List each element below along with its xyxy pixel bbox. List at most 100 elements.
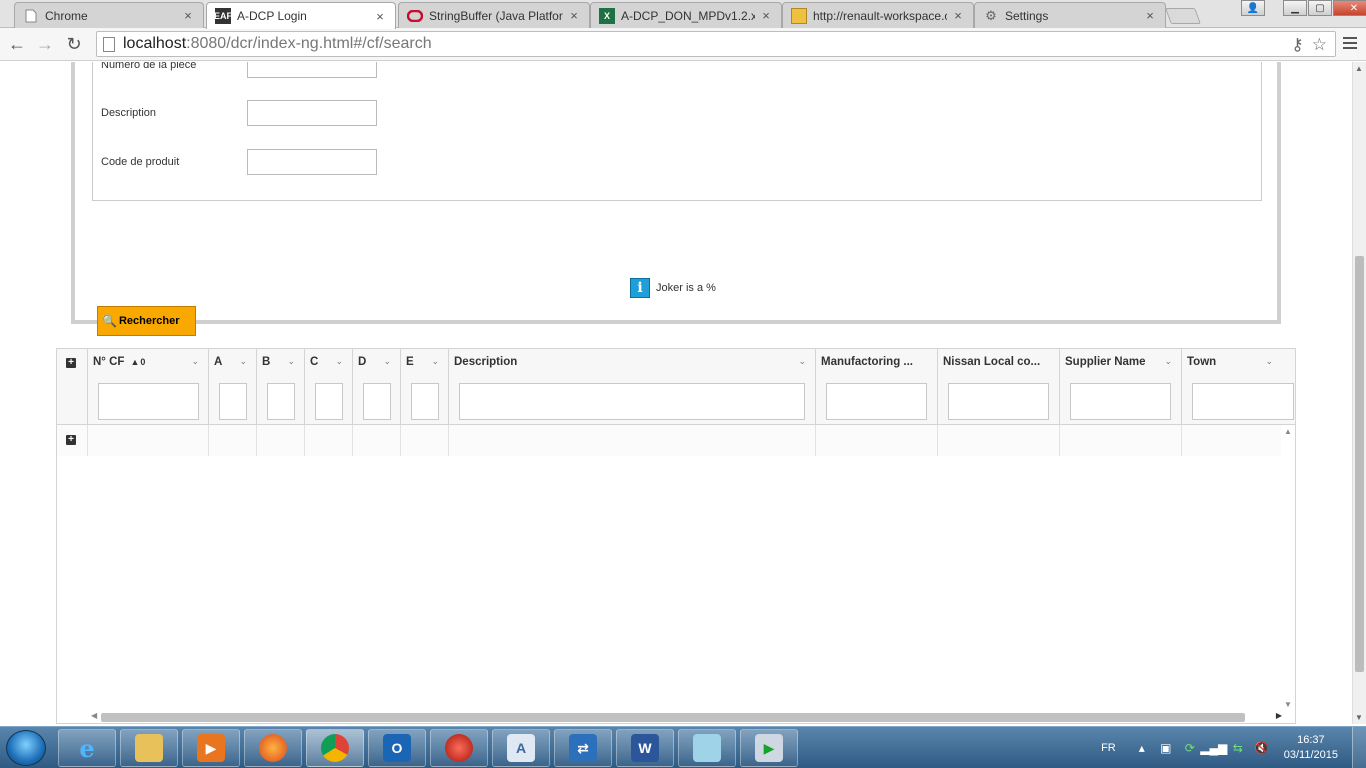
filter-supplier-name-input[interactable]: [1070, 383, 1171, 420]
scroll-down-arrow-icon[interactable]: ▼: [1284, 700, 1292, 709]
filter-b-input[interactable]: [267, 383, 295, 420]
close-icon[interactable]: ×: [567, 8, 581, 23]
chevron-up-icon[interactable]: ▴: [1134, 740, 1150, 756]
close-icon[interactable]: ×: [373, 9, 387, 24]
column-header-b[interactable]: B ⌄: [257, 349, 305, 425]
chevron-down-icon[interactable]: ⌄: [431, 356, 439, 367]
scroll-right-arrow-icon[interactable]: ▶: [1276, 711, 1282, 720]
filter-d-input[interactable]: [363, 383, 391, 420]
extension-icon[interactable]: ⚷: [1291, 35, 1303, 55]
filter-c-input[interactable]: [315, 383, 343, 420]
filter-e-input[interactable]: [411, 383, 439, 420]
chevron-down-icon[interactable]: ⌄: [335, 356, 343, 367]
column-header-e[interactable]: E ⌄: [401, 349, 449, 425]
column-header-a[interactable]: A ⌄: [209, 349, 257, 425]
window-close-button[interactable]: ✕: [1333, 0, 1366, 16]
refresh-icon[interactable]: ⟳: [1182, 740, 1198, 756]
tab-stringbuffer[interactable]: StringBuffer (Java Platform ×: [398, 2, 590, 28]
column-header-d[interactable]: D ⌄: [353, 349, 401, 425]
taskbar-notes[interactable]: [678, 729, 736, 767]
taskbar-app[interactable]: [430, 729, 488, 767]
close-icon[interactable]: ×: [759, 8, 773, 23]
scroll-left-arrow-icon[interactable]: ◀: [91, 711, 97, 720]
chevron-down-icon[interactable]: ⌄: [1164, 356, 1172, 367]
column-header-n-cf[interactable]: N° CF ▲0 ⌄: [88, 349, 209, 425]
network-icon[interactable]: ⇆: [1230, 740, 1246, 756]
signal-icon[interactable]: ▂▄▆: [1200, 740, 1227, 756]
close-icon[interactable]: ×: [1143, 8, 1157, 23]
maximize-button[interactable]: ▢: [1308, 0, 1332, 16]
filter-n-cf-input[interactable]: [98, 383, 199, 420]
tab-settings[interactable]: ⚙ Settings ×: [974, 2, 1166, 28]
taskbar-media-player[interactable]: ▶: [182, 729, 240, 767]
taskbar-reader[interactable]: A: [492, 729, 550, 767]
gear-icon: ⚙: [985, 7, 997, 23]
bookmark-star-icon[interactable]: ☆: [1312, 35, 1327, 55]
grid-vertical-scrollbar[interactable]: ▲ ▼: [1281, 425, 1295, 711]
forward-arrow-icon[interactable]: →: [34, 34, 56, 54]
chevron-down-icon[interactable]: ⌄: [1265, 356, 1273, 367]
back-arrow-icon[interactable]: ←: [6, 34, 28, 54]
new-tab-button[interactable]: [1165, 8, 1201, 24]
column-header-c[interactable]: C ⌄: [305, 349, 353, 425]
scroll-down-arrow-icon[interactable]: ▼: [1355, 713, 1363, 722]
expand-plus-icon[interactable]: +: [66, 435, 76, 445]
description-input[interactable]: [247, 100, 377, 126]
column-header-description[interactable]: Description ⌄: [449, 349, 816, 425]
close-icon[interactable]: ×: [951, 8, 965, 23]
column-label: E: [406, 356, 414, 368]
chevron-down-icon[interactable]: ⌄: [798, 356, 806, 367]
clock[interactable]: 16:37 03/11/2015: [1284, 733, 1338, 763]
close-icon[interactable]: ×: [181, 8, 195, 23]
tab-renault-workspace[interactable]: http://renault-workspace.c ×: [782, 2, 974, 28]
filter-description-input[interactable]: [459, 383, 805, 420]
tab-excel-file[interactable]: X A-DCP_DON_MPDv1.2.xlsx ×: [590, 2, 782, 28]
product-code-input[interactable]: [247, 149, 377, 175]
chevron-down-icon[interactable]: ⌄: [287, 356, 295, 367]
grid-horizontal-scrollbar[interactable]: ◀ ▶: [57, 709, 1282, 723]
user-icon[interactable]: 👤: [1241, 0, 1265, 16]
tab-chrome[interactable]: Chrome ×: [14, 2, 204, 28]
part-number-input[interactable]: [247, 62, 377, 78]
tab-a-dcp-login[interactable]: EAF A-DCP Login ×: [206, 2, 396, 29]
page-vertical-scrollbar[interactable]: ▲ ▼: [1352, 62, 1366, 724]
show-desktop-button[interactable]: [1352, 727, 1366, 768]
scroll-up-arrow-icon[interactable]: ▲: [1284, 427, 1292, 436]
taskbar-firefox[interactable]: [244, 729, 302, 767]
table-cell: [353, 425, 401, 456]
minimize-button[interactable]: ▁: [1283, 0, 1307, 16]
column-header-supplier-name[interactable]: Supplier Name ⌄: [1060, 349, 1182, 425]
address-bar[interactable]: localhost:8080/dcr/index-ng.html#/cf/sea…: [96, 31, 1336, 57]
scrollbar-thumb[interactable]: [101, 713, 1245, 722]
scrollbar-thumb[interactable]: [1355, 256, 1364, 672]
chevron-down-icon[interactable]: ⌄: [239, 356, 247, 367]
taskbar-chrome[interactable]: [306, 729, 364, 767]
menu-icon[interactable]: [1340, 33, 1360, 53]
language-indicator[interactable]: FR: [1101, 742, 1116, 754]
taskbar-explorer[interactable]: [120, 729, 178, 767]
expand-plus-icon[interactable]: +: [66, 358, 76, 368]
filter-nissan-local-code-input[interactable]: [948, 383, 1049, 420]
taskbar-media[interactable]: ▶: [740, 729, 798, 767]
column-header-nissan-local-code[interactable]: Nissan Local co...: [938, 349, 1060, 425]
taskbar-outlook[interactable]: O: [368, 729, 426, 767]
column-header-town[interactable]: Town ⌄: [1182, 349, 1295, 425]
volume-muted-icon[interactable]: 🔇: [1254, 740, 1270, 756]
filter-town-input[interactable]: [1192, 383, 1294, 420]
taskbar-word[interactable]: W: [616, 729, 674, 767]
search-button[interactable]: 🔍 Rechercher: [97, 306, 196, 336]
table-row[interactable]: +: [57, 425, 1282, 456]
scroll-up-arrow-icon[interactable]: ▲: [1355, 64, 1363, 73]
filter-a-input[interactable]: [219, 383, 247, 420]
start-button[interactable]: [6, 730, 46, 766]
chevron-down-icon[interactable]: ⌄: [191, 356, 199, 367]
taskbar-sync[interactable]: ⇄: [554, 729, 612, 767]
taskbar-internet-explorer[interactable]: e: [58, 729, 116, 767]
tab-title: StringBuffer (Java Platform: [429, 8, 563, 23]
chevron-down-icon[interactable]: ⌄: [383, 356, 391, 367]
reload-icon[interactable]: ↻: [63, 34, 85, 54]
field-label: Description: [101, 107, 157, 119]
device-icon[interactable]: ▣: [1158, 740, 1174, 756]
column-header-manufactoring[interactable]: Manufactoring ...: [816, 349, 938, 425]
filter-manufactoring-input[interactable]: [826, 383, 927, 420]
